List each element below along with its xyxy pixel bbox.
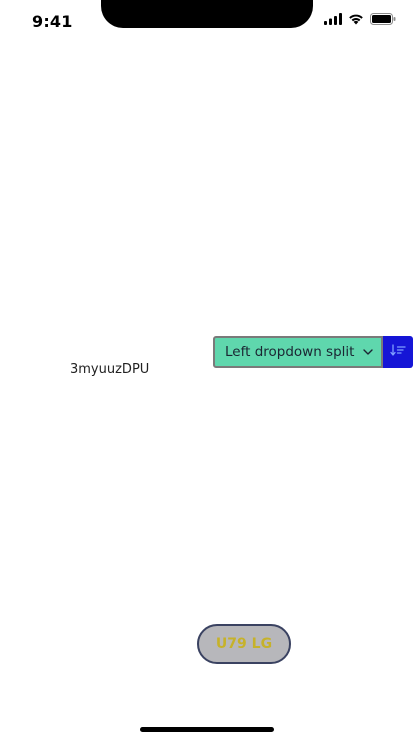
wifi-icon [348, 12, 364, 30]
battery-icon [370, 12, 396, 30]
sort-descending-icon [390, 343, 406, 361]
dropdown-label: Left dropdown split [225, 344, 355, 360]
status-bar: 9:41 [0, 0, 414, 44]
pill-button-label: U79 LG [215, 636, 273, 652]
device-notch [101, 0, 313, 28]
sort-button[interactable] [383, 336, 413, 368]
split-dropdown: Left dropdown split [213, 336, 413, 368]
chevron-down-icon [363, 349, 373, 355]
dropdown-main-button[interactable]: Left dropdown split [213, 336, 383, 368]
home-indicator[interactable] [140, 727, 274, 732]
random-text-label: 3myuuzDPU [70, 362, 150, 377]
status-time: 9:41 [32, 12, 73, 31]
pill-button[interactable]: U79 LG [197, 624, 291, 664]
status-icons [324, 12, 396, 30]
signal-icon [324, 12, 342, 30]
